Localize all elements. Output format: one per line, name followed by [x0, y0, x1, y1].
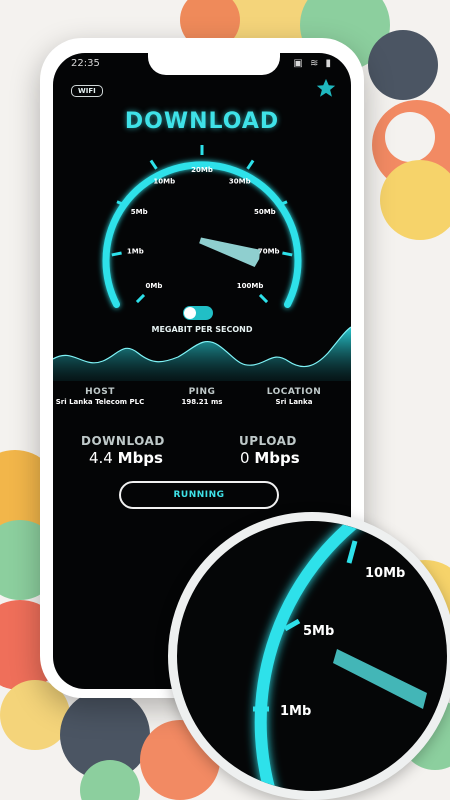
- running-button[interactable]: RUNNING: [119, 481, 279, 509]
- gauge-tick-label: 50Mb: [254, 208, 276, 216]
- speed-wave-graph: [53, 326, 351, 381]
- magnified-gauge: 10Mb 5Mb 1Mb: [253, 521, 427, 791]
- gauge-needle: [199, 237, 261, 267]
- speed-gauge: 0Mb 1Mb 5Mb 10Mb 20Mb 30Mb 50Mb 70Mb 100Mb: [102, 145, 302, 308]
- upload-speed: 0 Mbps: [240, 449, 300, 467]
- toggle-knob: [184, 307, 196, 319]
- gauge-tick-label: 1Mb: [127, 247, 144, 255]
- magnified-tick: [346, 540, 358, 564]
- download-value: 4.4: [89, 449, 113, 467]
- bg-circle: [380, 160, 450, 240]
- gauge-tick-label: 5Mb: [131, 208, 148, 216]
- gauge-tick: [111, 251, 122, 257]
- download-speed: 4.4 Mbps: [89, 449, 163, 467]
- host-value: Sri Lanka Telecom PLC: [55, 398, 145, 406]
- location-info: LOCATION Sri Lanka: [239, 387, 349, 407]
- gauge-tick: [258, 293, 269, 304]
- download-label: DOWNLOAD: [81, 434, 165, 448]
- gauge-tick: [282, 251, 293, 257]
- upload-unit: Mbps: [254, 449, 300, 467]
- gauge-tick-label: 0Mb: [145, 282, 162, 290]
- gauge-tick-label: 100Mb: [237, 282, 264, 290]
- upload-label: UPLOAD: [239, 434, 297, 448]
- gauge-tick-label: 30Mb: [229, 177, 251, 185]
- bg-circle: [368, 30, 438, 100]
- upload-value: 0: [240, 449, 250, 467]
- bg-circle: [385, 112, 435, 162]
- location-label: LOCATION: [266, 387, 322, 397]
- magnified-label-1mb: 1Mb: [280, 704, 311, 719]
- download-unit: Mbps: [117, 449, 163, 467]
- magnified-needle: [333, 649, 427, 709]
- unit-toggle[interactable]: [183, 306, 213, 320]
- magnified-gauge-arc: [254, 521, 367, 791]
- magnified-label-5mb: 5Mb: [303, 624, 334, 639]
- gauge-tick-label: 70Mb: [258, 247, 280, 255]
- gauge-magnifier: 10Mb 5Mb 1Mb: [168, 512, 450, 800]
- gauge-tick-label: 20Mb: [191, 166, 213, 174]
- gauge-tick-label: 10Mb: [153, 177, 175, 185]
- location-value: Sri Lanka: [275, 398, 313, 406]
- host-info: HOST Sri Lanka Telecom PLC: [53, 387, 155, 407]
- host-label: HOST: [85, 387, 115, 397]
- gauge-tick: [149, 159, 158, 170]
- gauge-tick: [246, 159, 255, 170]
- gauge-tick: [135, 293, 146, 304]
- magnified-label-10mb: 10Mb: [365, 566, 405, 581]
- gauge-arc: [102, 161, 302, 308]
